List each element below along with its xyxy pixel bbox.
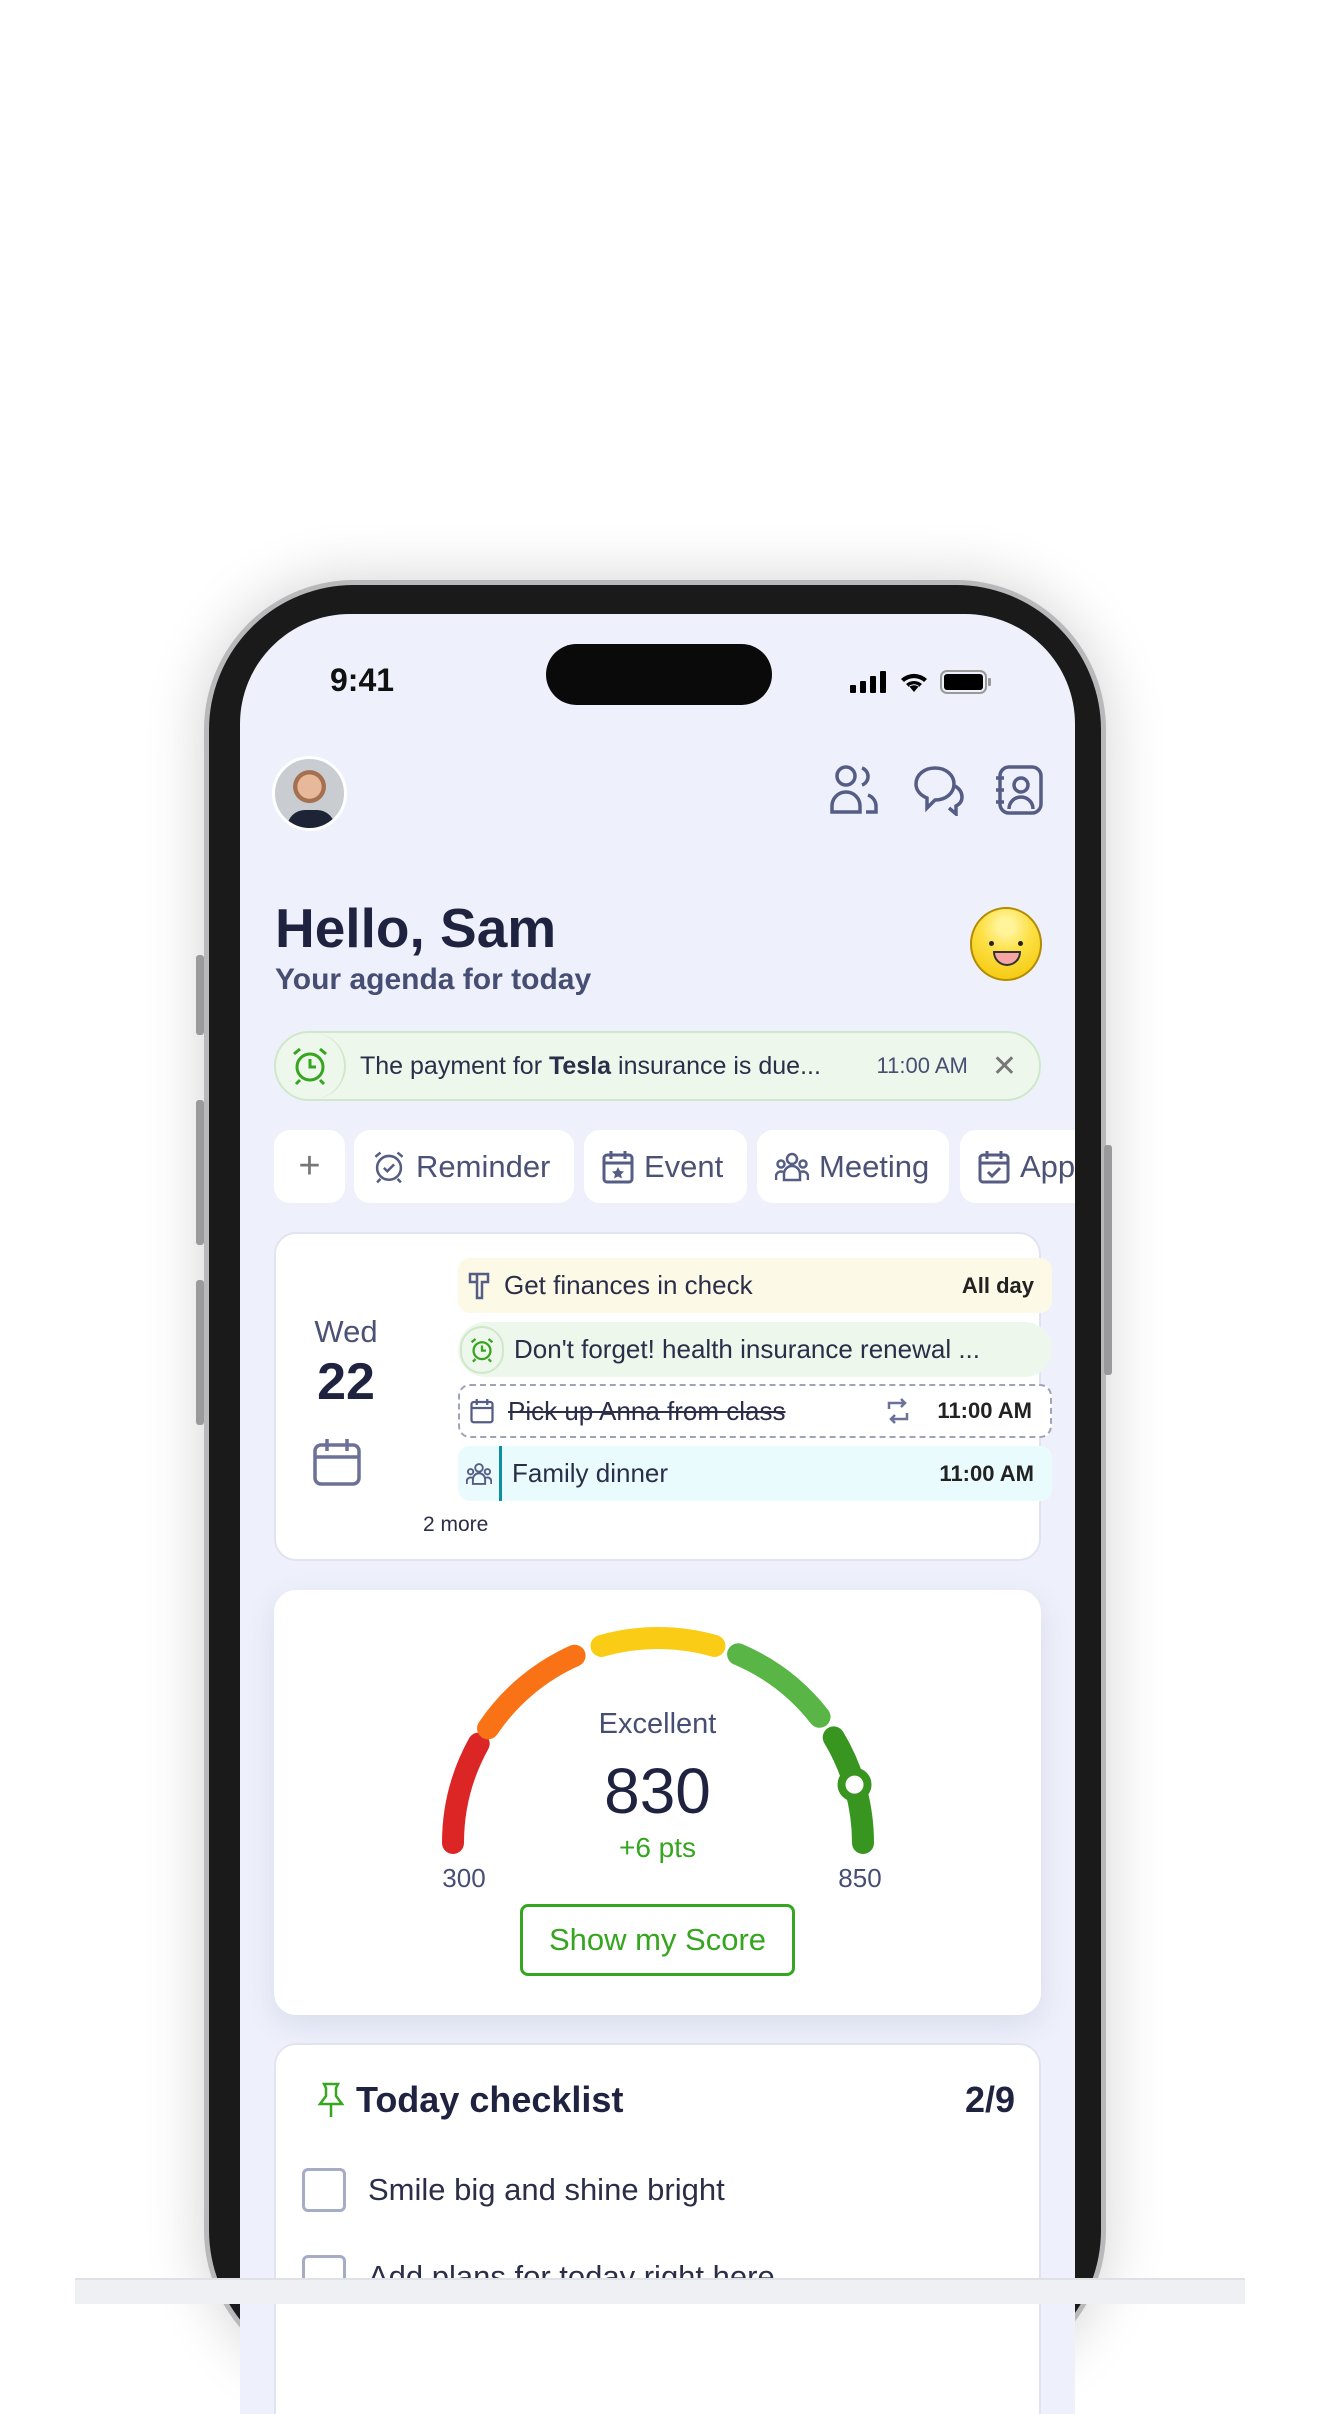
chip-reminder[interactable]: Reminder	[354, 1130, 574, 1203]
agenda-item-time: All day	[961, 1272, 1034, 1298]
banner-text: The payment for Tesla insurance is due..…	[360, 1051, 821, 1080]
status-time: 9:41	[330, 662, 395, 698]
agenda-item-time: 11:00 AM	[939, 1460, 1034, 1486]
agenda-item-label: Don't forget! health insurance renewal .…	[514, 1334, 981, 1364]
chat-icon[interactable]	[913, 764, 965, 816]
agenda-day: Wed	[314, 1314, 378, 1349]
contacts-icon[interactable]	[830, 764, 880, 816]
agenda-item-label: Get finances in check	[504, 1270, 753, 1300]
screen: 9:41 Hello, Sam Your agenda for today Th…	[240, 614, 1075, 2414]
more-link[interactable]: 2 more	[423, 1513, 488, 1537]
agenda-item[interactable]: Family dinner 11:00 AM	[458, 1446, 1052, 1501]
battery-icon	[940, 670, 991, 694]
calendar-star-icon	[470, 1399, 494, 1424]
signal-icon	[850, 671, 886, 693]
close-icon[interactable]: ✕	[992, 1049, 1017, 1084]
dynamic-island	[546, 644, 772, 705]
side-button	[196, 1280, 204, 1425]
chip-label: App	[1020, 1148, 1075, 1184]
score-max: 850	[838, 1863, 882, 1893]
checklist-title: Today checklist	[356, 2079, 624, 2120]
side-button	[1104, 1145, 1112, 1375]
agenda-item[interactable]: Get finances in check All day	[458, 1258, 1052, 1313]
bottom-fade	[75, 2278, 1245, 2304]
score-min: 300	[442, 1863, 486, 1893]
calendar-icon[interactable]	[312, 1437, 362, 1487]
group-icon	[458, 1446, 502, 1501]
side-button	[196, 1100, 204, 1245]
agenda-subtitle: Your agenda for today	[275, 963, 592, 996]
alarm-icon	[460, 1325, 504, 1374]
checklist-card: Today checklist 2/9 Smile big and shine …	[274, 2043, 1041, 2414]
chip-meeting[interactable]: Meeting	[757, 1130, 949, 1203]
pin-icon	[317, 2082, 345, 2117]
agenda-item-time: 11:00 AM	[937, 1398, 1032, 1423]
gauge-segment	[590, 1627, 726, 1657]
status-icons	[850, 670, 992, 694]
agenda-item[interactable]: Don't forget! health insurance renewal .…	[458, 1322, 1052, 1377]
chip-label: Event	[644, 1148, 724, 1184]
calendar-check-icon	[978, 1150, 1010, 1183]
chip-appointment[interactable]: App	[960, 1130, 1075, 1203]
agenda-item[interactable]: Pick up Anna from class 11:00 AM	[458, 1384, 1052, 1438]
banner-time: 11:00 AM	[876, 1053, 968, 1078]
alarm-icon	[374, 1151, 404, 1183]
score-change: +6 pts	[618, 1832, 697, 1863]
calendar-star-icon	[602, 1150, 634, 1183]
chip-label: Meeting	[819, 1148, 930, 1184]
payment-reminder-banner[interactable]: The payment for Tesla insurance is due..…	[274, 1031, 1041, 1101]
checkbox[interactable]	[302, 2168, 346, 2212]
credit-score-card: Excellent 830 +6 pts 300 850 Show my Sco…	[274, 1590, 1041, 2015]
agenda-date: 22	[317, 1353, 375, 1411]
avatar[interactable]	[272, 756, 347, 831]
group-icon	[775, 1152, 809, 1181]
agenda-card[interactable]: Wed 22 Get finances in check All day Don'…	[274, 1232, 1052, 1561]
show-score-button[interactable]: Show my Score	[520, 1904, 795, 1976]
finance-icon	[468, 1272, 490, 1299]
chip-event[interactable]: Event	[584, 1130, 747, 1203]
address-book-icon[interactable]	[992, 764, 1044, 816]
agenda-item-label: Pick up Anna from class	[508, 1395, 786, 1426]
chip-label: Reminder	[416, 1148, 551, 1184]
alarm-icon	[276, 1033, 346, 1099]
side-button	[196, 955, 204, 1035]
greeting-title: Hello, Sam	[275, 897, 557, 959]
score-value: 830	[604, 1755, 711, 1827]
checklist-count: 2/9	[964, 2079, 1015, 2120]
smiley-emoji[interactable]	[970, 907, 1042, 981]
checklist-item[interactable]: Smile big and shine bright	[302, 2168, 725, 2212]
score-rating: Excellent	[598, 1708, 717, 1740]
wifi-icon	[901, 673, 927, 692]
agenda-item-label: Family dinner	[512, 1458, 669, 1488]
add-button[interactable]: +	[274, 1130, 345, 1203]
checklist-item-label: Smile big and shine bright	[368, 2172, 725, 2207]
repeat-icon	[888, 1398, 909, 1424]
